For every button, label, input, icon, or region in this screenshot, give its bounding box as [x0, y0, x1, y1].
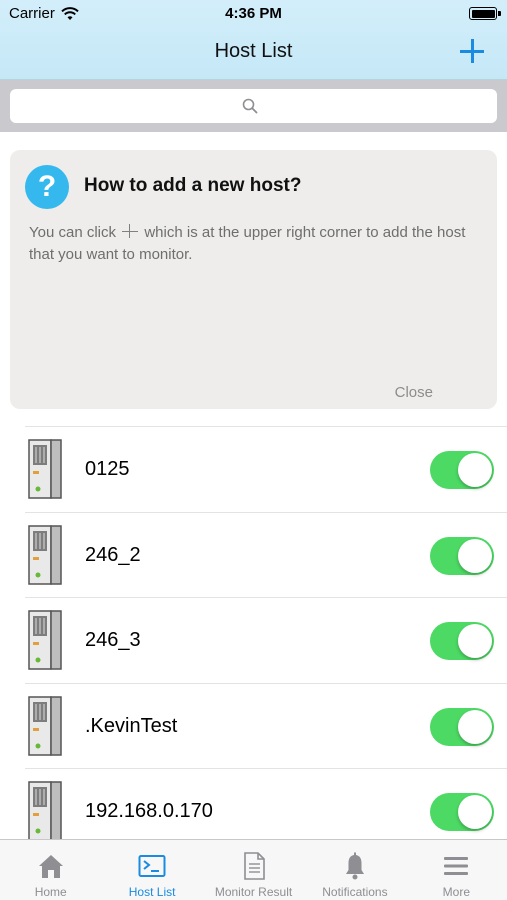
- host-row[interactable]: .KevinTest: [25, 682, 507, 769]
- tab-home[interactable]: Home: [0, 840, 101, 900]
- battery-icon: [469, 7, 501, 20]
- tab-label: Host List: [128, 885, 176, 899]
- tab-notifications[interactable]: Notifications: [304, 840, 405, 900]
- home-icon: [38, 855, 63, 878]
- host-monitor-toggle[interactable]: [430, 707, 494, 746]
- status-time: 4:36 PM: [225, 5, 282, 22]
- menu-icon: [444, 857, 469, 875]
- host-name: 246_3: [85, 629, 141, 651]
- status-bar: Carrier 4:36 PM: [0, 0, 507, 28]
- document-icon: [243, 852, 265, 880]
- host-name: 0125: [85, 458, 130, 480]
- tab-label: More: [442, 885, 470, 899]
- help-title: How to add a new host?: [84, 175, 302, 196]
- host-monitor-toggle[interactable]: [430, 451, 494, 489]
- add-host-button[interactable]: [459, 38, 485, 64]
- host-name: 246_2: [85, 543, 141, 566]
- host-monitor-toggle[interactable]: [430, 536, 494, 575]
- host-name: 192.168.0.170: [85, 800, 213, 822]
- question-icon: ?: [25, 165, 69, 209]
- tab-host-list[interactable]: Host List: [101, 840, 202, 900]
- terminal-icon: [138, 855, 166, 877]
- host-row[interactable]: 0125: [25, 426, 507, 512]
- bell-icon: [345, 852, 364, 880]
- help-card: ? How to add a new host? You can click w…: [10, 150, 497, 409]
- page-title: Host List: [214, 40, 293, 62]
- search-icon: [242, 98, 258, 114]
- server-icon: [28, 781, 62, 841]
- tab-more[interactable]: More: [406, 840, 507, 900]
- host-monitor-toggle[interactable]: [430, 622, 494, 660]
- tab-label: Home: [34, 885, 67, 899]
- tab-label: Notifications: [322, 885, 388, 899]
- server-icon: [28, 524, 62, 585]
- close-button[interactable]: Close: [395, 384, 433, 401]
- tab-bar: Home Host List Monitor Result Notificati…: [0, 839, 507, 900]
- host-row[interactable]: 246_2: [25, 511, 507, 598]
- server-icon: [28, 439, 62, 499]
- host-row[interactable]: 246_3: [25, 597, 507, 683]
- server-icon: [28, 695, 62, 756]
- tab-label: Monitor Result: [214, 885, 293, 899]
- server-icon: [28, 610, 62, 670]
- host-list: 0125 246_2 246_3 .KevinTest 192.168.0.17…: [0, 426, 507, 854]
- host-monitor-toggle[interactable]: [430, 793, 494, 831]
- help-text-start: You can click: [29, 224, 116, 241]
- host-name: .KevinTest: [85, 714, 178, 737]
- tab-monitor-result[interactable]: Monitor Result: [203, 840, 304, 900]
- header: Carrier 4:36 PM Host List: [0, 0, 507, 80]
- plus-icon: [121, 224, 139, 238]
- help-text: You can click which is at the upper righ…: [29, 222, 489, 266]
